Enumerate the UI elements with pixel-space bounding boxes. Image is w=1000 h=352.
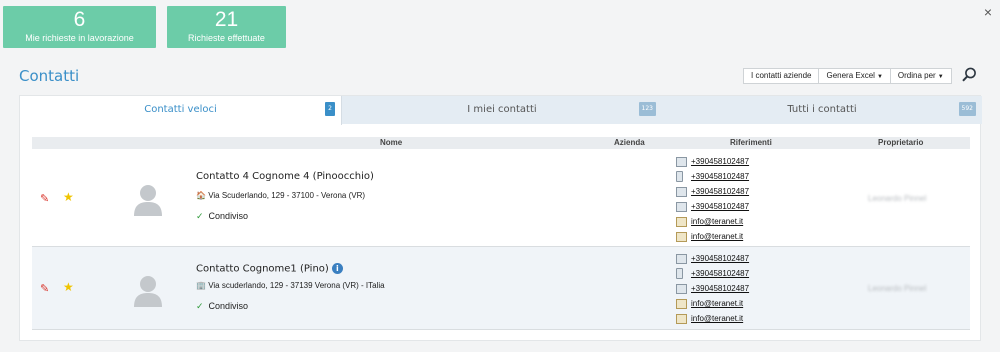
email-icon [676,216,687,227]
email-link[interactable]: info@teranet.it [691,217,743,226]
reference-phone: +390458102487 [676,281,749,296]
mobile-phone-icon [676,268,683,279]
email-link[interactable]: info@teranet.it [691,232,743,241]
tab-bar: Contatti veloci 2 I miei contatti 123 Tu… [20,96,982,125]
shared-label: Condiviso [208,211,249,221]
shared-status: ✓ Condiviso [196,211,248,222]
home-icon: 🏠 [196,191,206,200]
phone-link[interactable]: +390458102487 [691,172,749,181]
column-header-name[interactable]: Nome [380,137,402,149]
reference-phone: +390458102487 [676,199,749,214]
close-icon[interactable]: × [984,4,992,20]
check-icon: ✓ [196,301,204,311]
email-icon [676,298,687,309]
tab-my-contacts[interactable]: I miei contatti 123 [342,96,662,124]
favorite-star-icon[interactable]: ★ [63,280,74,294]
avatar-placeholder-icon [134,276,162,307]
button-label: Genera Excel [826,71,875,80]
reference-email: info@teranet.it [676,214,749,229]
tab-quick-contacts[interactable]: Contatti veloci 2 [20,96,342,125]
email-icon [676,313,687,324]
edit-pencil-icon[interactable]: ✎ [40,192,49,205]
count-badge: 2 [325,102,335,116]
stat-tile-in-progress[interactable]: 6 Mie richieste in lavorazione [3,6,156,48]
caret-down-icon: ▼ [876,74,883,80]
mobile-phone-icon [676,171,683,182]
button-label: Ordina per [897,71,936,80]
office-phone-icon [676,253,687,264]
reference-phone: +390458102487 [676,251,749,266]
contact-name[interactable]: Contatto Cognome1 (Pino) i [196,263,343,275]
company-contacts-button[interactable]: I contatti aziende [744,69,820,83]
column-header-owner[interactable]: Proprietario [878,137,923,149]
generate-excel-button[interactable]: Genera Excel ▼ [819,69,891,83]
reference-email: info@teranet.it [676,311,749,326]
table-row[interactable]: ✎ ★ Contatto 4 Cognome 4 (Pinoocchio) 🏠 … [32,150,970,247]
reference-phone: +390458102487 [676,184,749,199]
favorite-star-icon[interactable]: ★ [63,190,74,204]
contact-name[interactable]: Contatto 4 Cognome 4 (Pinoocchio) [196,171,374,182]
contacts-panel: Contatti veloci 2 I miei contatti 123 Tu… [19,95,982,341]
info-icon[interactable]: i [331,263,343,274]
office-phone-icon [676,156,687,167]
fax-icon [676,283,687,294]
contact-address: 🏠 Via Scuderlando, 129 - 37100 - Verona … [196,191,365,200]
references-list: +390458102487 +390458102487 +39045810248… [676,154,749,244]
column-header-references: Riferimenti [730,138,772,147]
phone-link[interactable]: +390458102487 [691,284,749,293]
button-label: I contatti aziende [751,71,812,80]
order-by-button[interactable]: Ordina per ▼ [891,69,951,83]
fax-icon [676,186,687,197]
stat-value: 6 [73,8,86,31]
phone-link[interactable]: +390458102487 [691,187,749,196]
phone-link[interactable]: +390458102487 [691,202,749,211]
reference-email: info@teranet.it [676,229,749,244]
page-title: Contatti [19,67,80,85]
tab-label: Contatti veloci [144,104,217,115]
table-row[interactable]: ✎ ★ Contatto Cognome1 (Pino) i 🏢 Via scud… [32,247,970,330]
references-list: +390458102487 +390458102487 +39045810248… [676,251,749,326]
contact-address: 🏢 Via scuderlando, 129 - 37139 Verona (V… [196,281,385,290]
fax-icon [676,201,687,212]
tab-all-contacts[interactable]: Tutti i contatti 592 [662,96,982,124]
shared-status: ✓ Condiviso [196,301,248,312]
reference-phone: +390458102487 [676,266,749,281]
email-link[interactable]: info@teranet.it [691,314,743,323]
reference-phone: +390458102487 [676,169,749,184]
building-icon: 🏢 [196,281,206,290]
table-header: Nome Azienda Riferimenti Proprietario [32,137,970,149]
search-icon[interactable] [960,66,978,84]
stat-tile-completed[interactable]: 21 Richieste effettuate [167,6,286,48]
stat-value: 21 [214,8,239,31]
phone-link[interactable]: +390458102487 [691,254,749,263]
contact-name-text: Contatto Cognome1 (Pino) [196,263,329,275]
toolbar: I contatti aziende Genera Excel ▼ Ordina … [743,68,952,84]
stat-label: Richieste effettuate [188,33,265,43]
reference-email: info@teranet.it [676,296,749,311]
caret-down-icon: ▼ [937,74,944,80]
check-icon: ✓ [196,211,204,221]
owner-name: Leonardo Pinnel [868,284,927,293]
edit-pencil-icon[interactable]: ✎ [40,282,49,295]
email-link[interactable]: info@teranet.it [691,299,743,308]
reference-phone: +390458102487 [676,154,749,169]
shared-label: Condiviso [208,301,249,311]
address-text: Via Scuderlando, 129 - 37100 - Verona (V… [208,191,366,200]
count-badge: 123 [638,102,656,116]
email-icon [676,231,687,242]
avatar-placeholder-icon [134,185,162,216]
phone-link[interactable]: +390458102487 [691,269,749,278]
owner-name: Leonardo Pinnel [868,194,927,203]
address-text: Via scuderlando, 129 - 37139 Verona (VR)… [208,281,385,290]
count-badge: 592 [958,102,976,116]
column-header-company[interactable]: Azienda [614,137,645,149]
tab-label: I miei contatti [467,104,537,115]
phone-link[interactable]: +390458102487 [691,157,749,166]
tab-label: Tutti i contatti [787,104,857,115]
stat-label: Mie richieste in lavorazione [25,33,134,43]
